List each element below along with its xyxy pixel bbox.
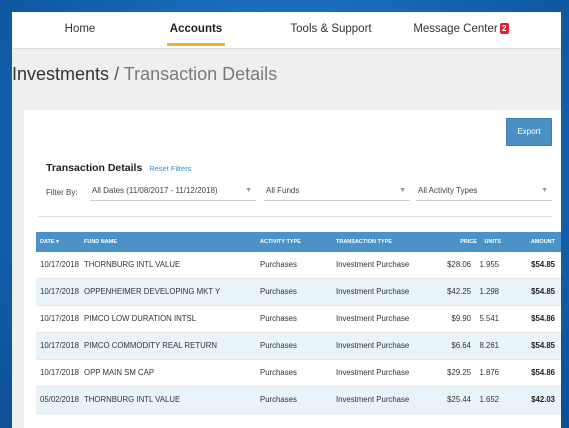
section-title: Transaction Details xyxy=(46,162,143,174)
screen: Home Accounts Tools & Support Message Ce… xyxy=(12,12,561,428)
sort-down-icon: ▾ xyxy=(56,239,59,245)
cell-price: $9.90 xyxy=(451,314,471,323)
header-date[interactable]: DATE ▾ xyxy=(40,232,59,252)
table-row[interactable]: 10/17/2018 PIMCO COMMODITY REAL RETURN P… xyxy=(36,333,561,360)
cell-amount: $42.03 xyxy=(531,395,555,404)
header-price[interactable]: PRICE xyxy=(460,232,477,252)
header-fund-name[interactable]: FUND NAME xyxy=(84,232,117,252)
chevron-down-icon: ▼ xyxy=(541,187,548,194)
breadcrumb-section[interactable]: Investments xyxy=(12,64,109,84)
table-row[interactable]: 10/17/2018 PIMCO LOW DURATION INTSL Purc… xyxy=(36,306,561,333)
cell-activity-type: Purchases xyxy=(260,260,297,269)
divider xyxy=(38,216,552,217)
cell-activity-type: Purchases xyxy=(260,368,297,377)
reset-filters-link[interactable]: Reset Filters xyxy=(149,164,191,173)
cell-amount: $54.86 xyxy=(531,314,555,323)
cell-transaction-type: Investment Purchase xyxy=(336,260,410,269)
cell-fund-name: PIMCO COMMODITY REAL RETURN xyxy=(84,341,217,350)
nav-accounts-label: Accounts xyxy=(169,23,223,35)
cell-price: $29.25 xyxy=(447,368,471,377)
cell-fund-name: THORNBURG INTL VALUE xyxy=(84,260,181,269)
cell-price: $25.44 xyxy=(447,395,471,404)
cell-units: 1.298 xyxy=(479,287,499,296)
filter-by-label: Filter By: xyxy=(46,188,78,197)
nav-accounts[interactable]: Accounts xyxy=(148,12,244,48)
cell-units: 8.261 xyxy=(479,341,499,350)
cell-date: 10/17/2018 xyxy=(40,341,80,350)
chevron-down-icon: ▼ xyxy=(399,187,406,194)
cell-transaction-type: Investment Purchase xyxy=(336,314,410,323)
header-amount[interactable]: AMOUNT xyxy=(531,232,555,252)
nav-tools-support[interactable]: Tools & Support xyxy=(276,12,386,48)
cell-units: 1.876 xyxy=(479,368,499,377)
cell-transaction-type: Investment Purchase xyxy=(336,341,410,350)
transaction-details-title: Transaction Details Reset Filters xyxy=(46,162,191,174)
nav-message-center-label: Message Center xyxy=(413,23,498,35)
header-activity-type[interactable]: ACTIVITY TYPE xyxy=(260,232,301,252)
message-count-badge: 2 xyxy=(499,23,509,34)
export-button[interactable]: Export xyxy=(506,118,552,146)
nav-tools-support-label: Tools & Support xyxy=(290,23,372,35)
cell-price: $42.25 xyxy=(447,287,471,296)
active-tab-indicator xyxy=(167,43,225,46)
table-row[interactable]: 10/17/2018 OPP MAIN SM CAP Purchases Inv… xyxy=(36,360,561,387)
cell-transaction-type: Investment Purchase xyxy=(336,395,410,404)
nav-home-label: Home xyxy=(64,23,96,35)
device-frame: Home Accounts Tools & Support Message Ce… xyxy=(0,0,569,428)
activity-filter-value: All Activity Types xyxy=(418,186,478,195)
header-units[interactable]: UNITS xyxy=(485,232,502,252)
fund-filter-value: All Funds xyxy=(266,186,300,195)
cell-date: 10/17/2018 xyxy=(40,260,80,269)
cell-units: 1.955 xyxy=(479,260,499,269)
date-filter-value: All Dates (11/08/2017 - 11/12/2018) xyxy=(92,186,218,195)
cell-transaction-type: Investment Purchase xyxy=(336,287,410,296)
cell-activity-type: Purchases xyxy=(260,395,297,404)
header-transaction-type[interactable]: TRANSACTION TYPE xyxy=(336,232,392,252)
transaction-card: Export Transaction Details Reset Filters… xyxy=(24,110,561,428)
breadcrumb-separator: / xyxy=(114,64,120,84)
cell-amount: $54.85 xyxy=(531,287,555,296)
cell-amount: $54.85 xyxy=(531,260,555,269)
transactions-table: DATE ▾ FUND NAME ACTIVITY TYPE TRANSACTI… xyxy=(36,232,561,414)
date-filter-select[interactable]: All Dates (11/08/2017 - 11/12/2018) ▼ xyxy=(90,182,256,201)
top-navigation: Home Accounts Tools & Support Message Ce… xyxy=(12,12,561,49)
cell-date: 05/02/2018 xyxy=(40,395,80,404)
chevron-down-icon: ▼ xyxy=(245,187,252,194)
cell-date: 10/17/2018 xyxy=(40,368,80,377)
table-row[interactable]: 10/17/2018 THORNBURG INTL VALUE Purchase… xyxy=(36,252,561,279)
cell-date: 10/17/2018 xyxy=(40,287,80,296)
cell-price: $28.06 xyxy=(447,260,471,269)
page-title: Investments / Transaction Details xyxy=(12,64,277,85)
cell-date: 10/17/2018 xyxy=(40,314,80,323)
activity-filter-select[interactable]: All Activity Types ▼ xyxy=(416,182,552,201)
nav-message-center[interactable]: Message Center 2 xyxy=(402,12,520,48)
table-row[interactable]: 05/02/2018 THORNBURG INTL VALUE Purchase… xyxy=(36,387,561,414)
fund-filter-select[interactable]: All Funds ▼ xyxy=(264,182,410,201)
cell-units: 5.541 xyxy=(479,314,499,323)
cell-fund-name: OPP MAIN SM CAP xyxy=(84,368,155,377)
table-header: DATE ▾ FUND NAME ACTIVITY TYPE TRANSACTI… xyxy=(36,232,561,252)
cell-price: $6.64 xyxy=(451,341,471,350)
cell-fund-name: OPPENHEIMER DEVELOPING MKT Y xyxy=(84,287,221,296)
table-row[interactable]: 10/17/2018 OPPENHEIMER DEVELOPING MKT Y … xyxy=(36,279,561,306)
cell-activity-type: Purchases xyxy=(260,287,297,296)
cell-transaction-type: Investment Purchase xyxy=(336,368,410,377)
cell-fund-name: PIMCO LOW DURATION INTSL xyxy=(84,314,197,323)
cell-amount: $54.86 xyxy=(531,368,555,377)
nav-home[interactable]: Home xyxy=(32,12,128,48)
breadcrumb-current: Transaction Details xyxy=(123,64,278,84)
cell-activity-type: Purchases xyxy=(260,341,297,350)
cell-units: 1.652 xyxy=(479,395,499,404)
cell-amount: $54.85 xyxy=(531,341,555,350)
cell-activity-type: Purchases xyxy=(260,314,297,323)
cell-fund-name: THORNBURG INTL VALUE xyxy=(84,395,181,404)
